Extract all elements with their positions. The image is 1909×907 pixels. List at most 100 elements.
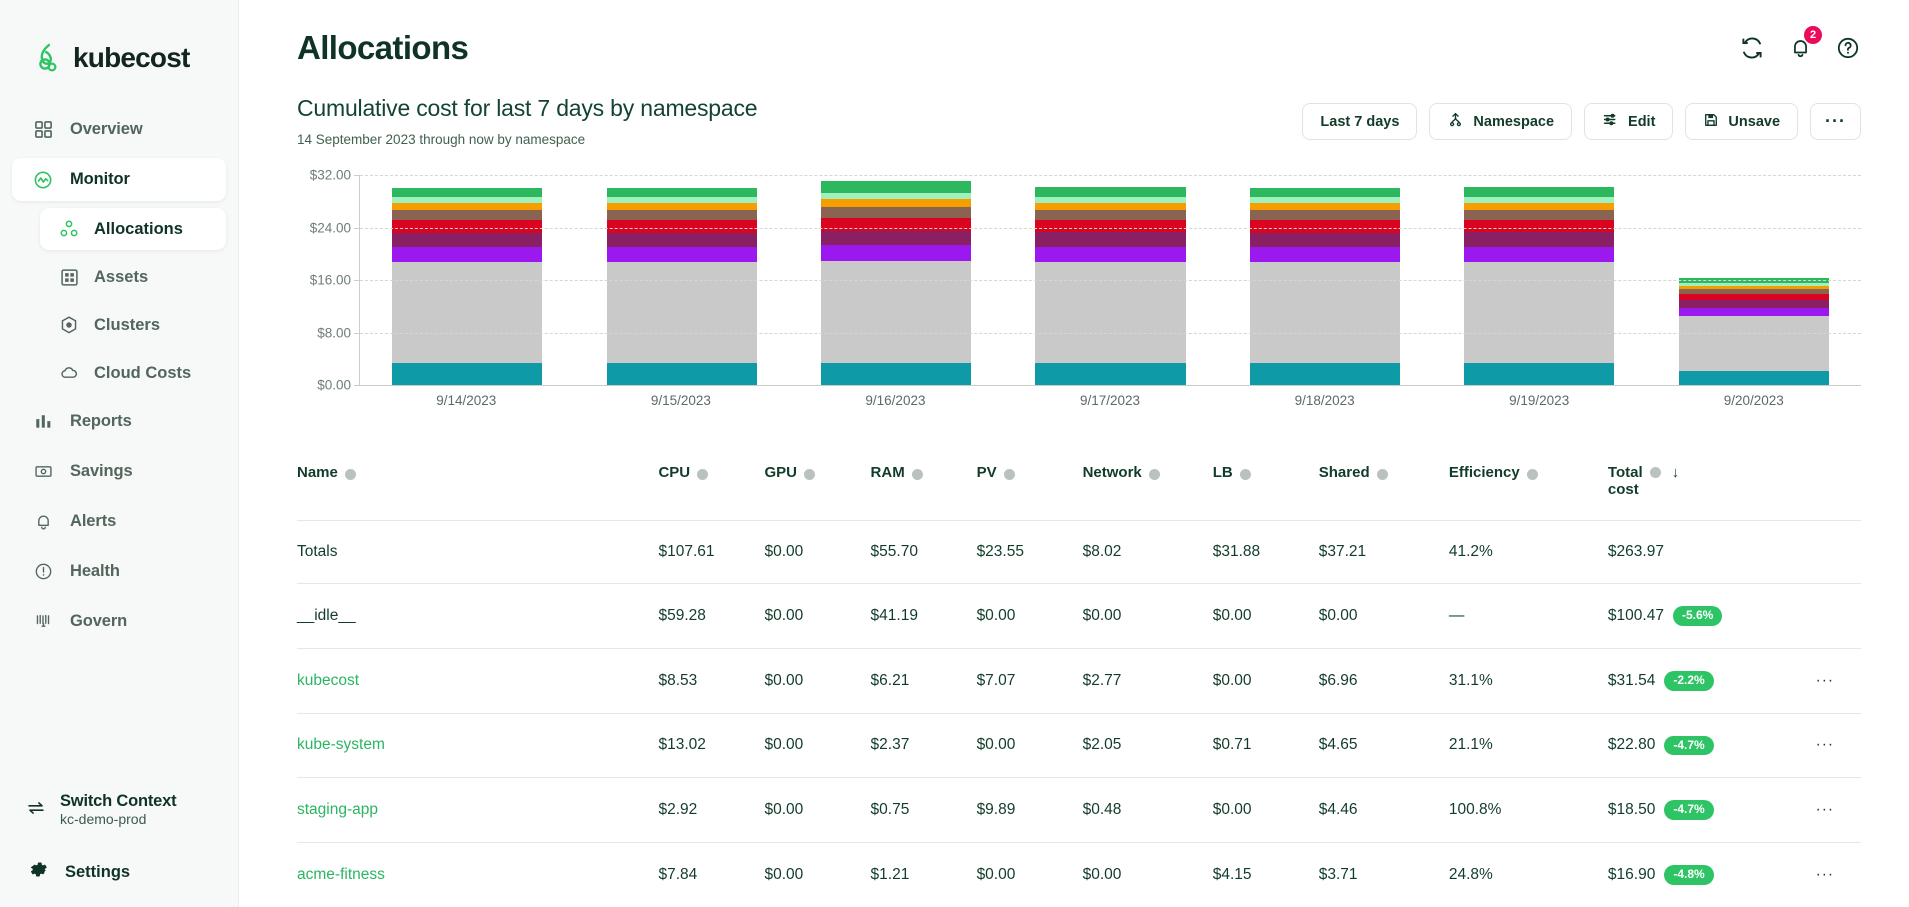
sidebar-item-cloud-costs[interactable]: Cloud Costs bbox=[40, 352, 226, 394]
chart-bar-segment[interactable] bbox=[821, 230, 972, 246]
chart-bar-segment[interactable] bbox=[1035, 219, 1186, 233]
info-icon[interactable] bbox=[1526, 468, 1538, 480]
chart-bar-segment[interactable] bbox=[1249, 203, 1400, 211]
chart-bar-segment[interactable] bbox=[392, 362, 543, 385]
sidebar-item-allocations[interactable]: Allocations bbox=[40, 208, 226, 250]
chart-stacked-bar[interactable] bbox=[606, 188, 757, 385]
notifications-bell-icon[interactable]: 2 bbox=[1787, 25, 1822, 61]
table-cell-name[interactable]: acme-fitness bbox=[297, 842, 659, 907]
table-row[interactable]: kubecost $8.53 $0.00 $6.21 $7.07 $2.77 $0.00 $6… bbox=[297, 648, 1861, 714]
chart-bar-segment[interactable] bbox=[392, 247, 543, 263]
info-icon[interactable] bbox=[1148, 468, 1160, 480]
chart-bar-segment[interactable] bbox=[606, 188, 757, 198]
chart-bar-segment[interactable] bbox=[1249, 232, 1400, 248]
namespace-name[interactable]: kubecost bbox=[297, 672, 359, 689]
row-actions-button[interactable]: ··· bbox=[1788, 777, 1861, 844]
chart-bar-segment[interactable] bbox=[1035, 261, 1186, 363]
sidebar-item-overview[interactable]: Overview bbox=[12, 108, 226, 151]
table-column-header-gpu[interactable]: GPU bbox=[764, 450, 871, 521]
row-actions-button[interactable]: ··· bbox=[1788, 713, 1861, 779]
date-range-button[interactable]: Last 7 days bbox=[1302, 103, 1418, 140]
sidebar-item-reports[interactable]: Reports bbox=[12, 400, 226, 443]
chart-bar-segment[interactable] bbox=[1678, 371, 1829, 385]
chart-bar-segment[interactable] bbox=[1464, 187, 1615, 197]
sidebar-item-settings[interactable]: Settings bbox=[0, 859, 238, 885]
chart-bar-segment[interactable] bbox=[1464, 246, 1615, 262]
sidebar-item-govern[interactable]: Govern bbox=[12, 600, 226, 643]
chart-bar-segment[interactable] bbox=[392, 188, 543, 198]
info-icon[interactable] bbox=[1239, 468, 1251, 480]
chart-bar-segment[interactable] bbox=[821, 199, 972, 208]
chart-bar-segment[interactable] bbox=[821, 260, 972, 363]
chart-bar-segment[interactable] bbox=[1249, 247, 1400, 263]
info-icon[interactable] bbox=[1376, 468, 1388, 480]
chart-stacked-bar[interactable] bbox=[1249, 188, 1400, 385]
table-cell-name[interactable]: kube-system bbox=[297, 713, 659, 779]
chart-bar-segment[interactable] bbox=[606, 262, 757, 363]
table-row[interactable]: __idle__ $59.28 $0.00 $41.19 $0.00 $0.00 $0.00… bbox=[297, 583, 1861, 649]
row-actions-button[interactable]: ··· bbox=[1788, 842, 1861, 907]
chart-bar-segment[interactable] bbox=[1249, 188, 1400, 198]
chart-bar-segment[interactable] bbox=[1678, 300, 1829, 308]
sidebar-item-savings[interactable]: Savings bbox=[12, 450, 226, 493]
sidebar-item-clusters[interactable]: Clusters bbox=[40, 304, 226, 346]
table-column-header-network[interactable]: Network bbox=[1082, 450, 1213, 521]
info-icon[interactable] bbox=[697, 468, 709, 480]
chart-bar-segment[interactable] bbox=[821, 362, 972, 385]
chart-bar-segment[interactable] bbox=[1035, 187, 1186, 197]
table-column-header-shared[interactable]: Shared bbox=[1318, 450, 1449, 521]
brand-logo-area[interactable]: kubecost bbox=[0, 0, 238, 74]
aggregation-button[interactable]: Namespace bbox=[1429, 103, 1573, 140]
chart-bar-segment[interactable] bbox=[392, 262, 543, 363]
info-icon[interactable] bbox=[911, 468, 923, 480]
chart-bar-segment[interactable] bbox=[1464, 202, 1615, 210]
chart-bar-segment[interactable] bbox=[1249, 262, 1400, 363]
unsave-button[interactable]: Unsave bbox=[1685, 103, 1799, 140]
chart-stacked-bar[interactable] bbox=[821, 180, 972, 385]
chart-bar-segment[interactable] bbox=[392, 203, 543, 211]
chart-bar-segment[interactable] bbox=[1464, 362, 1615, 385]
table-row[interactable]: kube-system $13.02 $0.00 $2.37 $0.00 $2.05 $0.… bbox=[297, 713, 1861, 779]
chart-bar-segment[interactable] bbox=[392, 232, 543, 248]
table-row[interactable]: Totals $107.61 $0.00 $55.70 $23.55 $8.02 $31.8… bbox=[297, 520, 1861, 584]
table-cell-name[interactable]: staging-app bbox=[297, 777, 659, 844]
chart-bar-segment[interactable] bbox=[821, 180, 972, 193]
chart-bar-segment[interactable] bbox=[606, 362, 757, 385]
info-icon[interactable] bbox=[344, 468, 356, 480]
chart-bar-segment[interactable] bbox=[821, 207, 972, 218]
table-column-header-pv[interactable]: PV bbox=[976, 450, 1083, 521]
namespace-name[interactable]: staging-app bbox=[297, 801, 378, 818]
table-column-header-cpu[interactable]: CPU bbox=[658, 450, 765, 521]
chart-stacked-bar[interactable] bbox=[1035, 187, 1186, 385]
table-column-header-ram[interactable]: RAM bbox=[870, 450, 977, 521]
table-row[interactable]: acme-fitness $7.84 $0.00 $1.21 $0.00 $0.00 $4.… bbox=[297, 842, 1861, 907]
chart-bar-segment[interactable] bbox=[821, 217, 972, 231]
chart-bar-segment[interactable] bbox=[606, 232, 757, 248]
info-icon[interactable] bbox=[804, 468, 816, 480]
chart-bar-segment[interactable] bbox=[606, 210, 757, 221]
sort-desc-icon[interactable]: ↓ bbox=[1672, 464, 1680, 481]
info-icon[interactable] bbox=[1649, 467, 1661, 478]
sidebar-item-health[interactable]: Health bbox=[12, 550, 226, 593]
chart-bar-segment[interactable] bbox=[1464, 261, 1615, 363]
chart-stacked-bar[interactable] bbox=[1464, 187, 1615, 385]
chart-stacked-bar[interactable] bbox=[392, 188, 543, 385]
table-column-header-name[interactable]: Name bbox=[297, 450, 659, 521]
chart-bar-segment[interactable] bbox=[1035, 202, 1186, 210]
table-column-header-efficiency[interactable]: Efficiency bbox=[1448, 450, 1608, 521]
chart-bar-segment[interactable] bbox=[1678, 316, 1829, 372]
chart-bar-segment[interactable] bbox=[821, 245, 972, 261]
info-icon[interactable] bbox=[1003, 468, 1015, 480]
chart-bar-segment[interactable] bbox=[1249, 210, 1400, 221]
chart-bar-segment[interactable] bbox=[1464, 219, 1615, 233]
edit-button[interactable]: Edit bbox=[1584, 103, 1674, 140]
table-column-header-lb[interactable]: LB bbox=[1212, 450, 1319, 521]
chart-bar-segment[interactable] bbox=[1035, 362, 1186, 385]
sidebar-item-monitor[interactable]: Monitor bbox=[12, 158, 226, 201]
switch-context-button[interactable]: Switch Context kc-demo-prod bbox=[0, 792, 238, 829]
chart-bar-segment[interactable] bbox=[1464, 209, 1615, 220]
chart-bar-segment[interactable] bbox=[392, 210, 543, 221]
sidebar-item-alerts[interactable]: Alerts bbox=[12, 500, 226, 543]
chart-bar-segment[interactable] bbox=[1464, 232, 1615, 247]
table-cell-name[interactable]: kubecost bbox=[297, 648, 659, 714]
